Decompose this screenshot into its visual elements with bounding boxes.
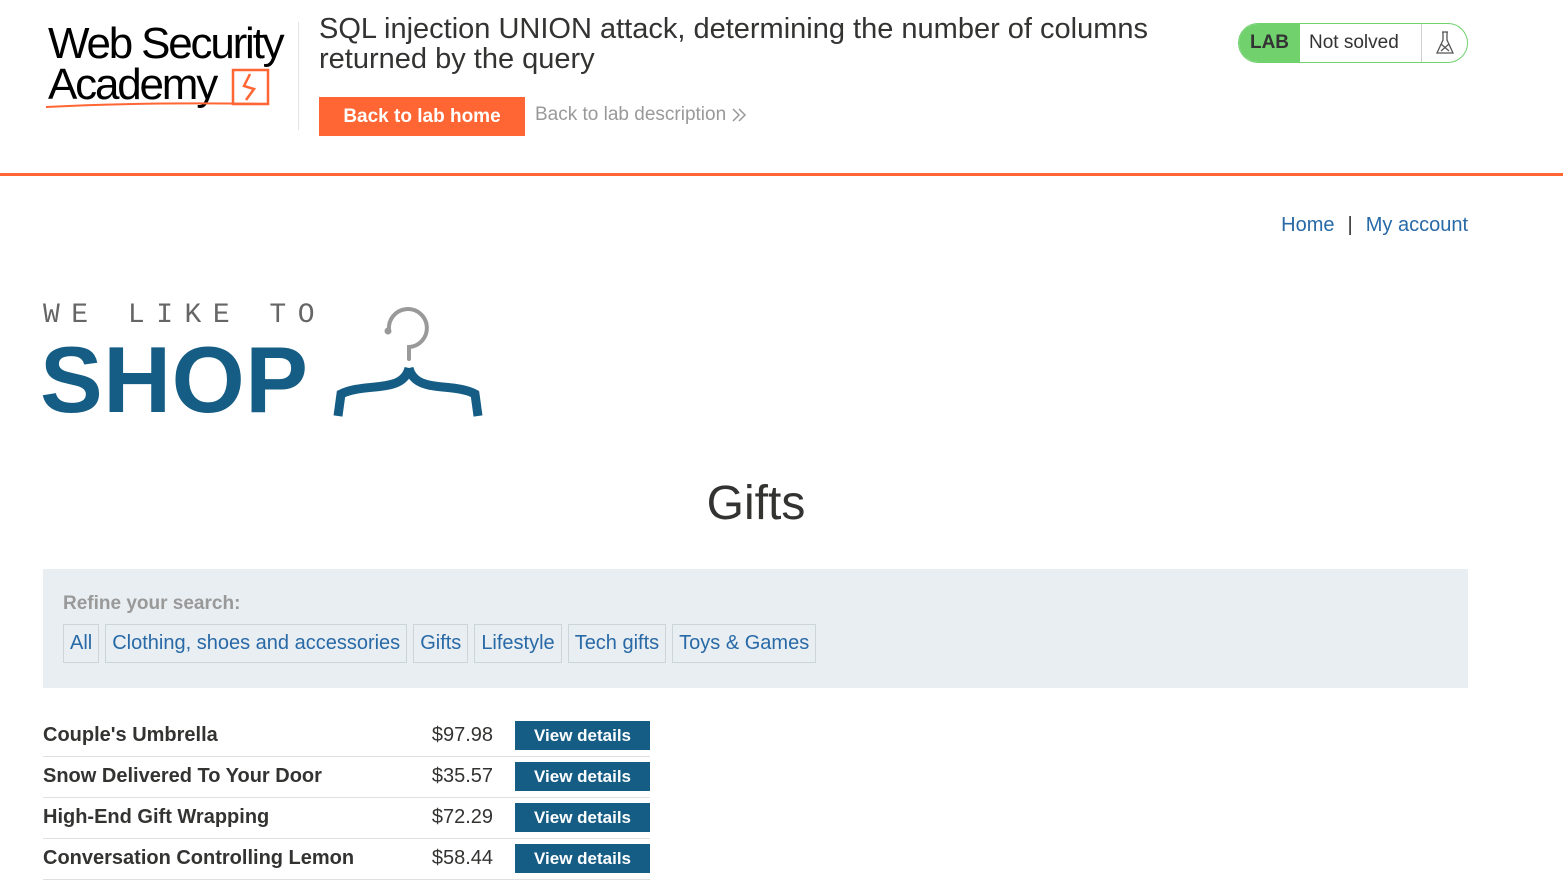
academy-logo-mark-icon	[45, 68, 270, 108]
account-nav: Home | My account	[1281, 214, 1468, 237]
view-details-button[interactable]: View details	[515, 762, 650, 791]
filter-list: All Clothing, shoes and accessories Gift…	[63, 624, 822, 663]
academy-header: Web Security Academy SQL injection UNION…	[0, 0, 1563, 176]
filter-tech-gifts[interactable]: Tech gifts	[567, 624, 667, 663]
back-to-lab-description-link[interactable]: Back to lab description	[535, 104, 747, 126]
product-name: High-End Gift Wrapping	[43, 806, 270, 828]
back-to-lab-home-button[interactable]: Back to lab home	[319, 97, 525, 136]
view-details-button[interactable]: View details	[515, 803, 650, 832]
product-name: Conversation Controlling Lemon	[43, 847, 355, 869]
web-security-academy-logo[interactable]: Web Security Academy	[44, 18, 294, 112]
filter-clothing[interactable]: Clothing, shoes and accessories	[105, 624, 408, 663]
back-to-lab-description-label: Back to lab description	[535, 104, 727, 125]
shop-wordmark: SHOP	[40, 327, 309, 432]
filter-gifts[interactable]: Gifts	[413, 624, 469, 663]
filter-panel: Refine your search: All Clothing, shoes …	[43, 569, 1468, 688]
table-row: High-End Gift Wrapping $72.29 View detai…	[43, 798, 650, 839]
product-price: $35.57	[431, 765, 493, 787]
hanger-icon	[333, 307, 483, 417]
product-price: $97.98	[431, 724, 493, 746]
product-price: $58.44	[431, 847, 493, 869]
view-details-button[interactable]: View details	[515, 844, 650, 873]
product-table: Couple's Umbrella $97.98 View details Sn…	[43, 716, 650, 880]
double-chevron-right-icon	[732, 108, 747, 122]
flask-icon	[1422, 24, 1467, 62]
page-title: Gifts	[706, 477, 806, 530]
table-row: Snow Delivered To Your Door $35.57 View …	[43, 757, 650, 798]
my-account-link[interactable]: My account	[1366, 214, 1468, 237]
product-name: Couple's Umbrella	[43, 724, 218, 746]
product-name: Snow Delivered To Your Door	[43, 765, 322, 787]
lab-status-widget: LAB Not solved	[1238, 23, 1468, 63]
filter-lifestyle[interactable]: Lifestyle	[474, 624, 562, 663]
lab-badge: LAB	[1239, 24, 1300, 62]
product-price: $72.29	[431, 806, 493, 828]
filter-all[interactable]: All	[63, 624, 100, 663]
lab-status-text: Not solved	[1300, 24, 1422, 62]
view-details-button[interactable]: View details	[515, 721, 650, 750]
nav-separator: |	[1347, 214, 1353, 236]
lab-title: SQL injection UNION attack, determining …	[319, 13, 1149, 75]
home-link[interactable]: Home	[1281, 214, 1334, 237]
table-row: Conversation Controlling Lemon $58.44 Vi…	[43, 839, 650, 880]
table-row: Couple's Umbrella $97.98 View details	[43, 716, 650, 757]
shop-logo[interactable]: WE LIKE TO SHOP	[40, 300, 483, 430]
filter-toys-games[interactable]: Toys & Games	[672, 624, 817, 663]
header-divider	[298, 22, 299, 130]
filter-label: Refine your search:	[63, 593, 241, 614]
